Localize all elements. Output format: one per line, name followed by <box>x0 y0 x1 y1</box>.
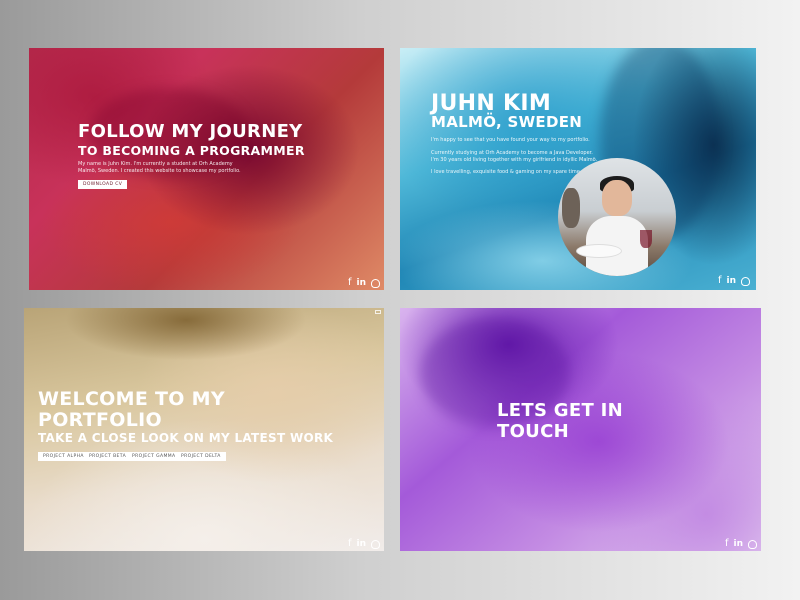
project-beta-button[interactable]: PROJECT BETA <box>84 452 132 461</box>
download-cv-button[interactable]: DOWNLOAD CV <box>78 180 128 189</box>
linkedin-icon[interactable]: in <box>357 278 367 288</box>
project-delta-button[interactable]: PROJECT DELTA <box>176 452 226 461</box>
about-text-line1: I'm happy to see that you have found you… <box>431 137 590 143</box>
portfolio-title-line2: PORTFOLIO <box>38 409 162 431</box>
about-social-links: f in <box>718 276 750 286</box>
journey-subtitle: TO BECOMING A PROGRAMMER <box>78 143 305 158</box>
facebook-icon[interactable]: f <box>348 278 352 288</box>
journey-social-links: f in <box>348 278 380 288</box>
github-icon[interactable] <box>371 539 380 549</box>
project-alpha-button[interactable]: PROJECT ALPHA <box>38 452 89 461</box>
portfolio-title-line1: WELCOME TO MY <box>38 388 225 410</box>
portfolio-subtitle: TAKE A CLOSE LOOK ON MY LATEST WORK <box>38 431 334 445</box>
menu-icon[interactable] <box>375 310 381 314</box>
facebook-icon[interactable]: f <box>348 539 352 549</box>
facebook-icon[interactable]: f <box>718 276 722 286</box>
contact-social-links: f in <box>725 539 757 549</box>
contact-title-line1: LETS GET IN <box>497 400 623 421</box>
portfolio-panel: WELCOME TO MY PORTFOLIO TAKE A CLOSE LOO… <box>24 308 384 551</box>
about-name: JUHN KIM <box>431 91 552 116</box>
github-icon[interactable] <box>748 539 757 549</box>
contact-title-line2: TOUCH <box>497 421 569 442</box>
project-gamma-button[interactable]: PROJECT GAMMA <box>127 452 181 461</box>
github-icon[interactable] <box>371 278 380 288</box>
linkedin-icon[interactable]: in <box>734 539 744 549</box>
about-location: MALMÖ, SWEDEN <box>431 113 583 131</box>
portfolio-social-links: f in <box>348 539 380 549</box>
about-text-line3: I'm 30 years old living together with my… <box>431 157 598 163</box>
about-text-line4: I love travelling, exquisite food & gami… <box>431 169 582 175</box>
profile-photo <box>558 158 676 276</box>
linkedin-icon[interactable]: in <box>727 276 737 286</box>
github-icon[interactable] <box>741 276 750 286</box>
about-panel: JUHN KIM MALMÖ, SWEDEN I'm happy to see … <box>400 48 756 290</box>
contact-panel: LETS GET IN TOUCH f in <box>400 308 761 551</box>
journey-panel: FOLLOW MY JOURNEY TO BECOMING A PROGRAMM… <box>29 48 384 290</box>
journey-text-line2: Malmö, Sweden. I created this website to… <box>78 168 241 174</box>
linkedin-icon[interactable]: in <box>357 539 367 549</box>
facebook-icon[interactable]: f <box>725 539 729 549</box>
journey-title: FOLLOW MY JOURNEY <box>78 121 303 142</box>
